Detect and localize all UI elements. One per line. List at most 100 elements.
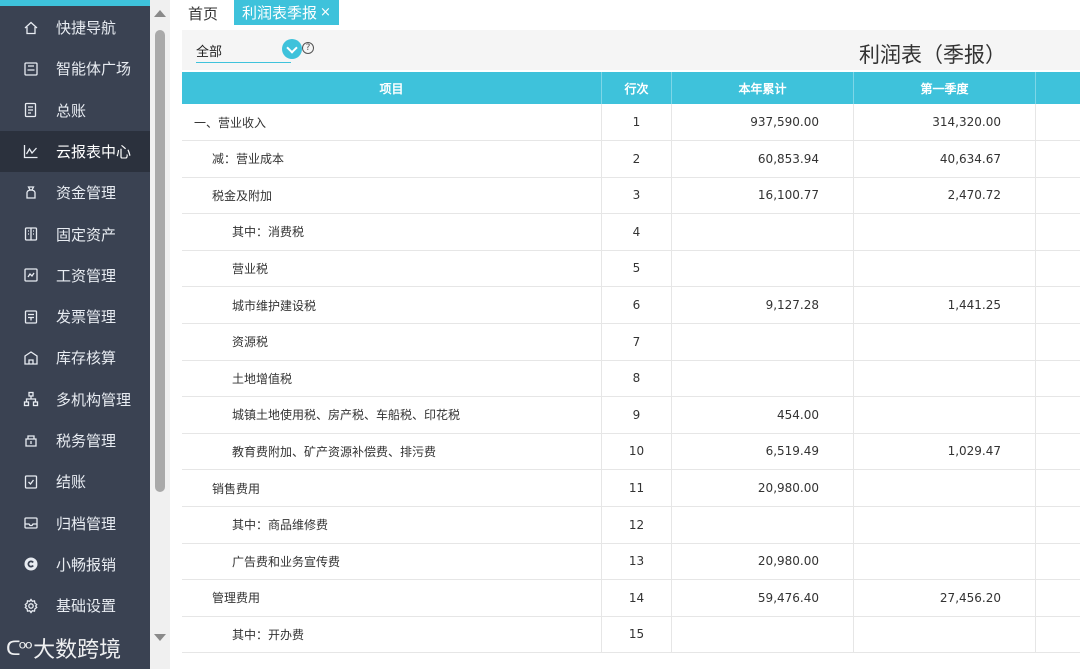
cell-q1	[854, 360, 1036, 397]
close-icon[interactable]: ×	[320, 5, 331, 20]
cell-q1: 314,320.00	[854, 104, 1036, 140]
cell-line: 15	[602, 616, 672, 653]
cell-item: 广告费和业务宣传费	[182, 543, 602, 580]
cell-item: 其中：商品维修费	[182, 506, 602, 543]
cell-more	[1036, 433, 1080, 469]
table-row[interactable]: 管理费用 14 59,476.40 27,456.20	[182, 579, 1080, 617]
cell-ytd	[672, 506, 854, 543]
sidebar-item-warehouse[interactable]: 库存核算	[0, 337, 150, 378]
cell-ytd: 454.00	[672, 396, 854, 433]
sidebar-item-ledger[interactable]: 总账	[0, 90, 150, 131]
sidebar-item-archive[interactable]: 归档管理	[0, 503, 150, 544]
chevron-down-icon[interactable]	[282, 39, 302, 59]
cell-q1: 2,470.72	[854, 177, 1036, 214]
cell-more	[1036, 616, 1080, 652]
cell-more	[1036, 543, 1080, 579]
table-row[interactable]: 销售费用 11 20,980.00	[182, 470, 1080, 507]
cell-q1	[854, 323, 1036, 360]
cell-q1	[854, 506, 1036, 543]
cell-ytd: 59,476.40	[672, 579, 854, 616]
cell-item: 城市维护建设税	[182, 287, 602, 323]
help-icon[interactable]: ?	[302, 42, 314, 54]
sidebar-item-checkout[interactable]: 结账	[0, 461, 150, 502]
watermark-logo-icon: ᑕᵒᵒ	[6, 636, 33, 660]
sidebar-item-home[interactable]: 快捷导航	[0, 7, 150, 48]
sidebar-item-label: 库存核算	[56, 349, 117, 368]
cell-ytd	[672, 360, 854, 397]
sidebar-item-building[interactable]: 固定资产	[0, 214, 150, 255]
settings-icon	[22, 597, 40, 615]
sidebar-item-label: 发票管理	[56, 308, 117, 327]
table-row[interactable]: 一、营业收入 1 937,590.00 314,320.00	[182, 104, 1080, 141]
sidebar-item-payroll[interactable]: 工资管理	[0, 255, 150, 296]
sidebar-scrollbar-thumb[interactable]	[155, 30, 165, 492]
table-row[interactable]: 城镇土地使用税、房产税、车船税、印花税 9 454.00	[182, 396, 1080, 434]
scroll-up-arrow-icon[interactable]	[154, 10, 166, 17]
sidebar-item-label: 资金管理	[56, 184, 117, 203]
sidebar-item-label: 快捷导航	[56, 19, 117, 37]
sidebar-item-settings[interactable]: 基础设置	[0, 585, 150, 626]
cell-item: 销售费用	[182, 470, 602, 506]
cell-ytd: 16,100.77	[672, 177, 854, 214]
tab-label: 利润表季报	[242, 4, 318, 22]
header-line: 行次	[602, 72, 672, 104]
tab-home[interactable]: 首页	[188, 3, 218, 24]
tab-profit-quarterly[interactable]: 利润表季报 ×	[234, 0, 339, 25]
table-row[interactable]: 教育费附加、矿产资源补偿费、排污费 10 6,519.49 1,029.47	[182, 433, 1080, 471]
sidebar-item-invoice[interactable]: 发票管理	[0, 296, 150, 337]
sidebar-item-label: 结账	[56, 473, 87, 492]
table-row[interactable]: 广告费和业务宣传费 13 20,980.00	[182, 543, 1080, 581]
cell-more	[1036, 141, 1080, 177]
ledger-icon	[22, 101, 40, 119]
cell-item: 教育费附加、矿产资源补偿费、排污费	[182, 433, 602, 470]
cell-more	[1036, 324, 1080, 360]
cell-q1	[854, 213, 1036, 250]
cell-line: 4	[602, 213, 672, 250]
table-header: 项目 行次 本年累计 第一季度	[182, 72, 1080, 104]
table-row[interactable]: 其中：消费税 4	[182, 213, 1080, 251]
sidebar-item-money-bag[interactable]: 资金管理	[0, 172, 150, 213]
cell-ytd: 20,980.00	[672, 543, 854, 580]
payroll-icon	[22, 266, 40, 284]
cell-q1: 27,456.20	[854, 579, 1036, 616]
sidebar-accent-line	[0, 0, 150, 6]
table-row[interactable]: 资源税 7	[182, 323, 1080, 361]
cell-item: 其中：消费税	[182, 213, 602, 250]
header-q1: 第一季度	[854, 72, 1036, 104]
sidebar-item-reimburse[interactable]: 小畅报销	[0, 544, 150, 585]
cell-ytd	[672, 323, 854, 360]
cell-ytd: 60,853.94	[672, 140, 854, 177]
sidebar-item-label: 总账	[56, 101, 87, 120]
scroll-down-arrow-icon[interactable]	[154, 634, 166, 641]
sidebar: 快捷导航智能体广场总账云报表中心资金管理固定资产工资管理发票管理库存核算多机构管…	[0, 0, 150, 669]
chart-icon	[22, 142, 40, 160]
building-icon	[22, 225, 40, 243]
cell-ytd	[672, 250, 854, 287]
header-ytd: 本年累计	[672, 72, 854, 104]
sidebar-item-chart[interactable]: 云报表中心	[0, 130, 150, 172]
cell-q1	[854, 470, 1036, 506]
cell-more	[1036, 177, 1080, 213]
cell-item: 一、营业收入	[182, 104, 602, 140]
cell-q1	[854, 250, 1036, 287]
org-select-value: 全部	[196, 45, 223, 60]
sidebar-item-org[interactable]: 多机构管理	[0, 379, 150, 420]
table-row[interactable]: 其中：开办费 15	[182, 616, 1080, 654]
sidebar-item-tax[interactable]: 税务管理	[0, 420, 150, 461]
table-row[interactable]: 减：营业成本 2 60,853.94 40,634.67	[182, 140, 1080, 178]
cell-item: 资源税	[182, 323, 602, 360]
table-row[interactable]: 营业税 5	[182, 250, 1080, 288]
table-row[interactable]: 税金及附加 3 16,100.77 2,470.72	[182, 177, 1080, 215]
table-row[interactable]: 土地增值税 8	[182, 360, 1080, 398]
table-row[interactable]: 其中：商品维修费 12	[182, 506, 1080, 544]
sidebar-item-agent[interactable]: 智能体广场	[0, 48, 150, 89]
cell-ytd: 937,590.00	[672, 104, 854, 140]
cell-q1: 1,029.47	[854, 433, 1036, 470]
checkout-icon	[22, 473, 40, 491]
org-icon	[22, 390, 40, 408]
sidebar-item-label: 固定资产	[56, 225, 117, 244]
table-row[interactable]: 城市维护建设税 6 9,127.28 1,441.25	[182, 287, 1080, 324]
org-select[interactable]: 全部	[196, 35, 302, 63]
cell-line: 3	[602, 177, 672, 214]
cell-item: 其中：开办费	[182, 616, 602, 653]
